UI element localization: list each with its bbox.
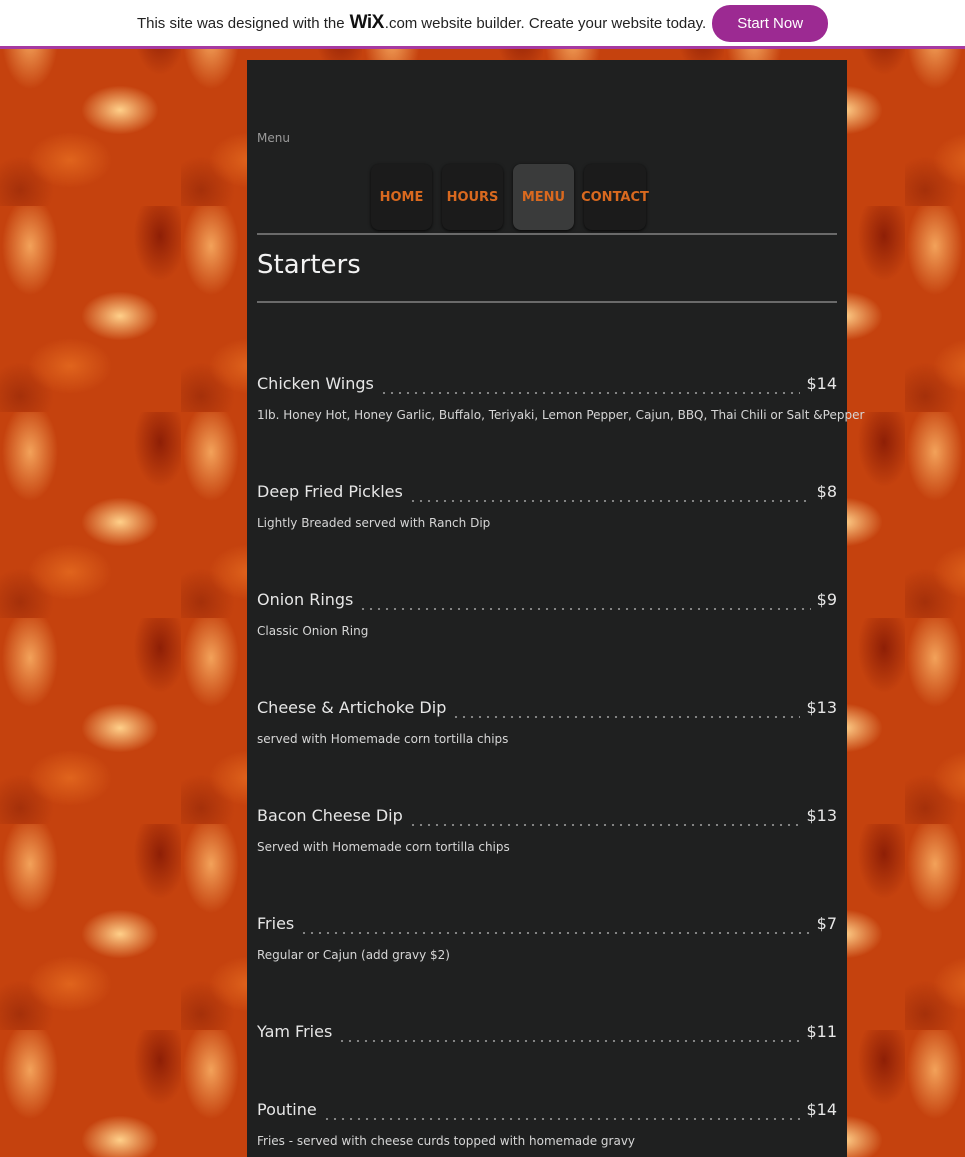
- menu-item: Bacon Cheese Dip $13 Served with Homemade…: [257, 806, 837, 854]
- promo-text-after: website builder. Create your website tod…: [421, 14, 707, 32]
- menu-item: Deep Fried Pickles $8 Lightly Breaded ser…: [257, 482, 837, 530]
- item-price: $9: [816, 590, 837, 609]
- item-name: Deep Fried Pickles: [257, 482, 403, 501]
- item-name: Poutine: [257, 1100, 317, 1119]
- wix-promo-bar: This site was designed with the WiX .com …: [0, 0, 965, 49]
- leader-dots: [338, 1040, 801, 1042]
- leader-dots: [379, 392, 801, 394]
- item-description: Fries - served with cheese curds topped …: [257, 1134, 636, 1148]
- divider-top: [257, 233, 837, 235]
- leader-dots: [452, 716, 801, 718]
- item-price: $7: [816, 914, 837, 933]
- leader-dots: [408, 824, 801, 826]
- promo-text: This site was designed with the: [136, 14, 345, 32]
- item-price: $13: [806, 806, 837, 825]
- menu-item: Cheese & Artichoke Dip $13 served with Ho…: [257, 698, 837, 746]
- item-description: Served with Homemade corn tortilla chips: [257, 840, 510, 854]
- nav-contact[interactable]: CONTACT: [581, 164, 649, 230]
- leader-dots: [322, 1118, 801, 1120]
- leader-dots: [300, 932, 811, 934]
- divider-bottom: [257, 301, 837, 303]
- item-name: Fries: [257, 914, 295, 933]
- item-price: $13: [806, 698, 837, 717]
- nav-hours[interactable]: HOURS: [442, 164, 503, 230]
- item-name: Chicken Wings: [257, 374, 374, 393]
- start-now-button[interactable]: Start Now: [712, 4, 829, 42]
- menu-item: Fries $7 Regular or Cajun (add gravy $2): [257, 914, 837, 962]
- item-description: Regular or Cajun (add gravy $2): [257, 948, 450, 962]
- nav-home[interactable]: HOME: [371, 164, 432, 230]
- item-name: Cheese & Artichoke Dip: [257, 698, 447, 717]
- menu-item: Onion Rings $9 Classic Onion Ring: [257, 590, 837, 638]
- breadcrumb: Menu: [257, 131, 290, 145]
- item-price: $14: [806, 1100, 837, 1119]
- menu-item: Chicken Wings $14 1lb. Honey Hot, Honey G…: [257, 374, 865, 422]
- menu-item: Poutine $14 Fries - served with cheese cu…: [257, 1100, 837, 1148]
- item-price: $8: [816, 482, 837, 501]
- section-title: Starters: [257, 250, 361, 280]
- item-name: Bacon Cheese Dip: [257, 806, 403, 825]
- item-description: Classic Onion Ring: [257, 624, 369, 638]
- item-name: Yam Fries: [257, 1022, 333, 1041]
- wix-logo-suffix: .com: [384, 14, 418, 32]
- item-description: served with Homemade corn tortilla chips: [257, 732, 509, 746]
- content-panel: Menu HOME HOURS MENU CONTACT Starters Ch…: [247, 60, 865, 1157]
- nav-menu[interactable]: MENU: [513, 164, 574, 230]
- item-description: Lightly Breaded served with Ranch Dip: [257, 516, 491, 530]
- item-name: Onion Rings: [257, 590, 354, 609]
- item-price: $14: [806, 374, 837, 393]
- main-nav: HOME HOURS MENU CONTACT: [371, 164, 656, 230]
- wix-logo[interactable]: WiX: [350, 12, 385, 34]
- leader-dots: [359, 608, 811, 610]
- item-description: 1lb. Honey Hot, Honey Garlic, Buffalo, T…: [257, 408, 865, 422]
- item-price: $11: [806, 1022, 837, 1041]
- menu-item: Yam Fries $11: [257, 1022, 837, 1046]
- leader-dots: [408, 500, 811, 502]
